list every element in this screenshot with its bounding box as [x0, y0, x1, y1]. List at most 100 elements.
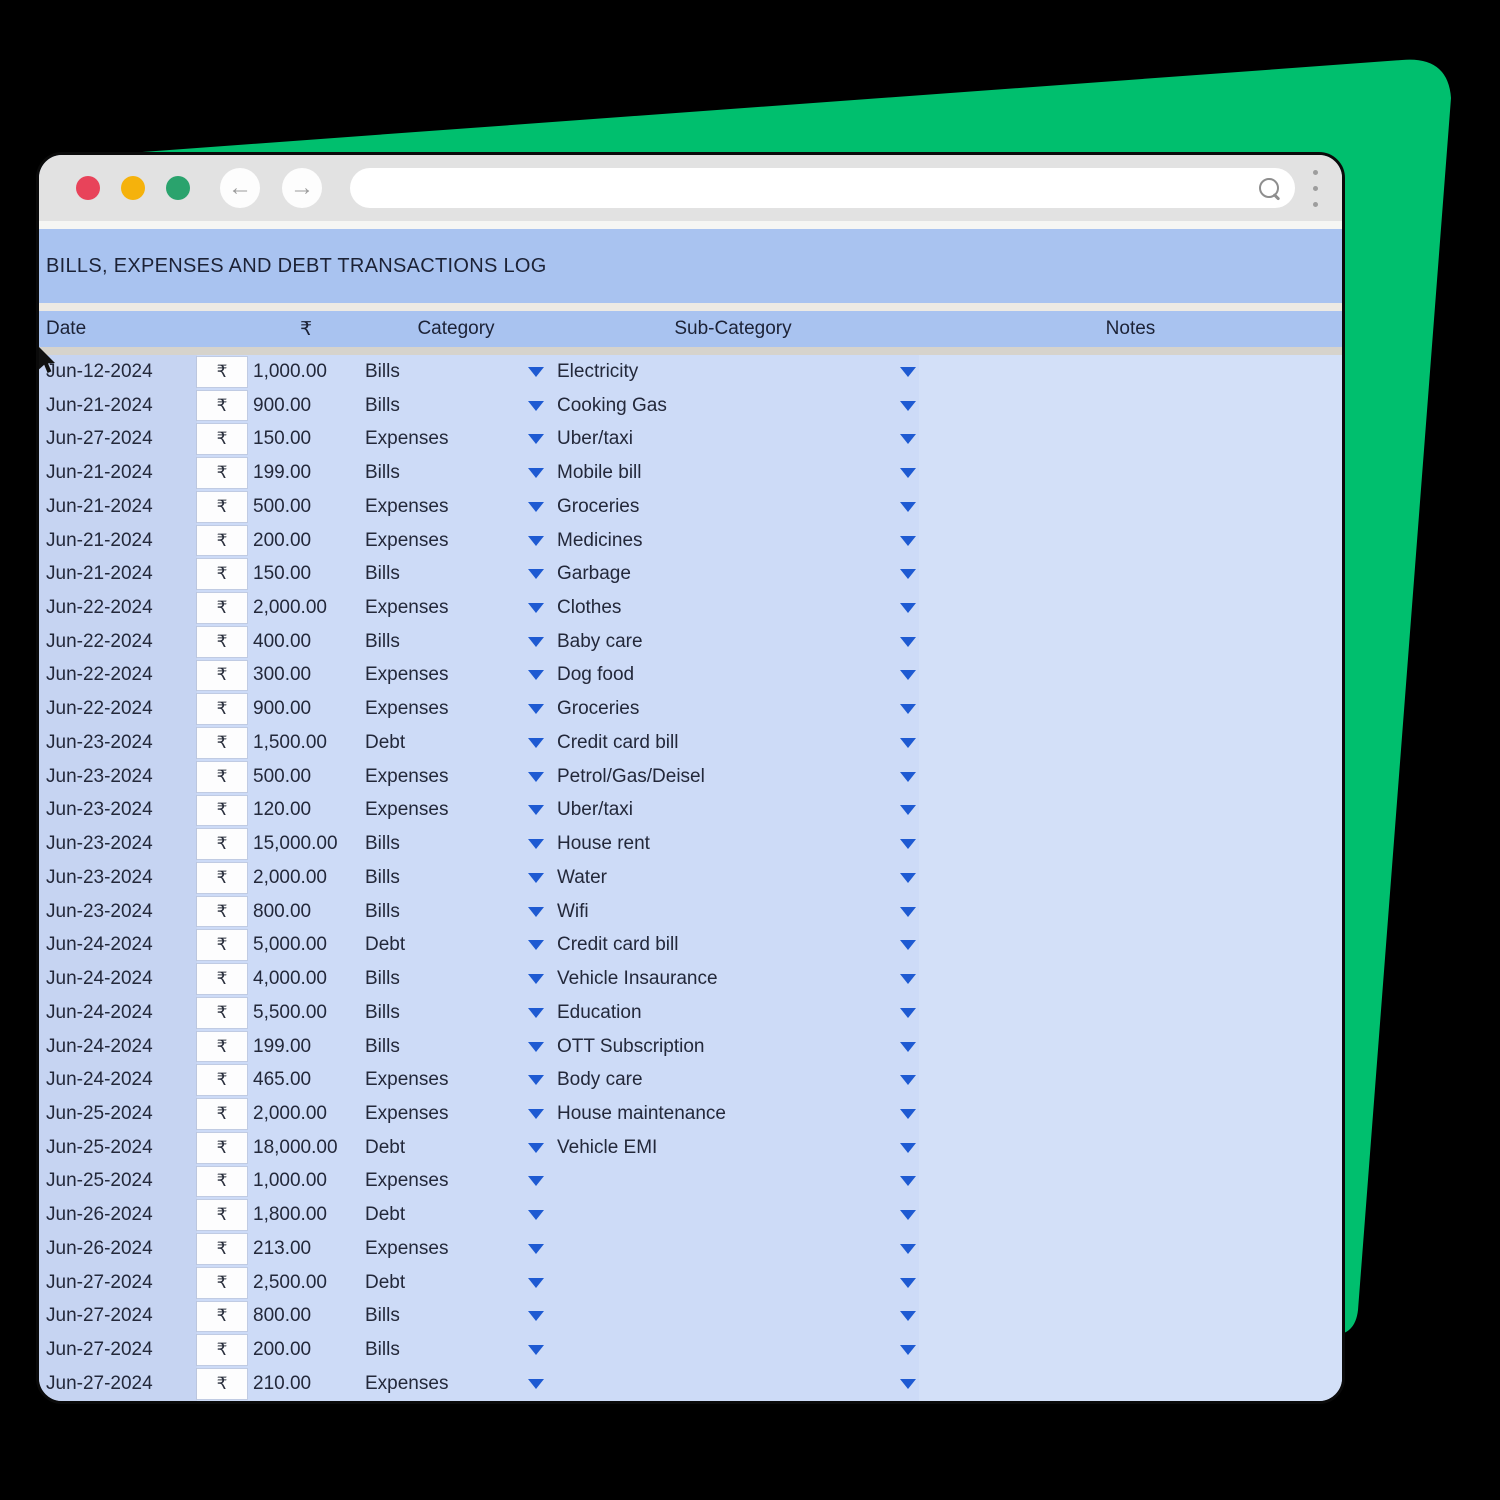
forward-button[interactable]: → [282, 168, 322, 208]
currency-cell[interactable]: ₹ [197, 930, 247, 960]
currency-cell[interactable]: ₹ [197, 964, 247, 994]
subcategory-cell[interactable]: Water [547, 867, 897, 889]
date-cell[interactable]: Jun-24-2024 [39, 1002, 197, 1024]
category-dropdown[interactable] [525, 569, 547, 579]
date-cell[interactable]: Jun-26-2024 [39, 1204, 197, 1226]
subcategory-cell[interactable]: Clothes [547, 597, 897, 619]
zoom-window-button[interactable] [166, 176, 190, 200]
category-dropdown[interactable] [525, 1311, 547, 1321]
date-cell[interactable]: Jun-23-2024 [39, 833, 197, 855]
category-dropdown[interactable] [525, 704, 547, 714]
subcategory-dropdown[interactable] [897, 670, 919, 680]
subcategory-dropdown[interactable] [897, 1143, 919, 1153]
category-dropdown[interactable] [525, 502, 547, 512]
category-cell[interactable]: Expenses [365, 1103, 525, 1125]
date-cell[interactable]: Jun-27-2024 [39, 1339, 197, 1361]
subcategory-cell[interactable]: Education [547, 1002, 897, 1024]
category-cell[interactable]: Bills [365, 1036, 525, 1058]
subcategory-dropdown[interactable] [897, 1311, 919, 1321]
notes-cell[interactable] [919, 355, 1342, 389]
notes-cell[interactable] [919, 524, 1342, 558]
amount-cell[interactable]: 200.00 [247, 530, 365, 552]
category-dropdown[interactable] [525, 637, 547, 647]
category-dropdown[interactable] [525, 367, 547, 377]
currency-cell[interactable]: ₹ [197, 391, 247, 421]
amount-cell[interactable]: 120.00 [247, 799, 365, 821]
subcategory-dropdown[interactable] [897, 907, 919, 917]
category-dropdown[interactable] [525, 1008, 547, 1018]
date-cell[interactable]: Jun-22-2024 [39, 631, 197, 653]
subcategory-dropdown[interactable] [897, 536, 919, 546]
date-cell[interactable]: Jun-27-2024 [39, 1272, 197, 1294]
subcategory-cell[interactable]: OTT Subscription [547, 1036, 897, 1058]
category-cell[interactable]: Expenses [365, 1170, 525, 1192]
subcategory-dropdown[interactable] [897, 1042, 919, 1052]
date-cell[interactable]: Jun-21-2024 [39, 530, 197, 552]
notes-cell[interactable] [919, 1030, 1342, 1064]
notes-cell[interactable] [919, 591, 1342, 625]
category-dropdown[interactable] [525, 670, 547, 680]
date-cell[interactable]: Jun-23-2024 [39, 799, 197, 821]
date-cell[interactable]: Jun-27-2024 [39, 1373, 197, 1395]
notes-cell[interactable] [919, 625, 1342, 659]
category-cell[interactable]: Expenses [365, 664, 525, 686]
currency-cell[interactable]: ₹ [197, 1032, 247, 1062]
amount-cell[interactable]: 210.00 [247, 1373, 365, 1395]
date-cell[interactable]: Jun-22-2024 [39, 664, 197, 686]
subcategory-dropdown[interactable] [897, 1210, 919, 1220]
subcategory-cell[interactable]: Medicines [547, 530, 897, 552]
date-cell[interactable]: Jun-25-2024 [39, 1170, 197, 1192]
subcategory-dropdown[interactable] [897, 974, 919, 984]
subcategory-cell[interactable]: Dog food [547, 664, 897, 686]
amount-cell[interactable]: 2,000.00 [247, 597, 365, 619]
notes-cell[interactable] [919, 1097, 1342, 1131]
url-bar[interactable] [350, 168, 1295, 208]
category-cell[interactable]: Expenses [365, 799, 525, 821]
currency-cell[interactable]: ₹ [197, 1133, 247, 1163]
category-dropdown[interactable] [525, 738, 547, 748]
date-cell[interactable]: Jun-23-2024 [39, 867, 197, 889]
subcategory-cell[interactable]: House rent [547, 833, 897, 855]
subcategory-cell[interactable]: Wifi [547, 901, 897, 923]
notes-cell[interactable] [919, 1131, 1342, 1165]
currency-cell[interactable]: ₹ [197, 1335, 247, 1365]
search-icon[interactable] [1259, 178, 1279, 198]
amount-cell[interactable]: 1,800.00 [247, 1204, 365, 1226]
category-dropdown[interactable] [525, 401, 547, 411]
notes-cell[interactable] [919, 1232, 1342, 1266]
amount-cell[interactable]: 2,500.00 [247, 1272, 365, 1294]
category-cell[interactable]: Debt [365, 732, 525, 754]
subcategory-dropdown[interactable] [897, 637, 919, 647]
category-cell[interactable]: Debt [365, 934, 525, 956]
category-dropdown[interactable] [525, 772, 547, 782]
subcategory-cell[interactable]: Cooking Gas [547, 395, 897, 417]
subcategory-cell[interactable]: Uber/taxi [547, 428, 897, 450]
date-cell[interactable]: Jun-23-2024 [39, 766, 197, 788]
notes-cell[interactable] [919, 827, 1342, 861]
subcategory-dropdown[interactable] [897, 569, 919, 579]
subcategory-cell[interactable]: Vehicle Insaurance [547, 968, 897, 990]
date-cell[interactable]: Jun-25-2024 [39, 1137, 197, 1159]
notes-cell[interactable] [919, 1367, 1342, 1401]
notes-cell[interactable] [919, 1300, 1342, 1334]
currency-cell[interactable]: ₹ [197, 627, 247, 657]
currency-cell[interactable]: ₹ [197, 1268, 247, 1298]
subcategory-dropdown[interactable] [897, 603, 919, 613]
currency-cell[interactable]: ₹ [197, 1234, 247, 1264]
amount-cell[interactable]: 213.00 [247, 1238, 365, 1260]
currency-cell[interactable]: ₹ [197, 796, 247, 826]
notes-cell[interactable] [919, 895, 1342, 929]
amount-cell[interactable]: 300.00 [247, 664, 365, 686]
category-dropdown[interactable] [525, 1210, 547, 1220]
category-dropdown[interactable] [525, 434, 547, 444]
category-dropdown[interactable] [525, 1244, 547, 1254]
category-cell[interactable]: Debt [365, 1204, 525, 1226]
category-cell[interactable]: Bills [365, 833, 525, 855]
notes-cell[interactable] [919, 996, 1342, 1030]
category-dropdown[interactable] [525, 1278, 547, 1288]
notes-cell[interactable] [919, 692, 1342, 726]
amount-cell[interactable]: 465.00 [247, 1069, 365, 1091]
currency-cell[interactable]: ₹ [197, 829, 247, 859]
subcategory-cell[interactable]: Uber/taxi [547, 799, 897, 821]
category-cell[interactable]: Bills [365, 1305, 525, 1327]
